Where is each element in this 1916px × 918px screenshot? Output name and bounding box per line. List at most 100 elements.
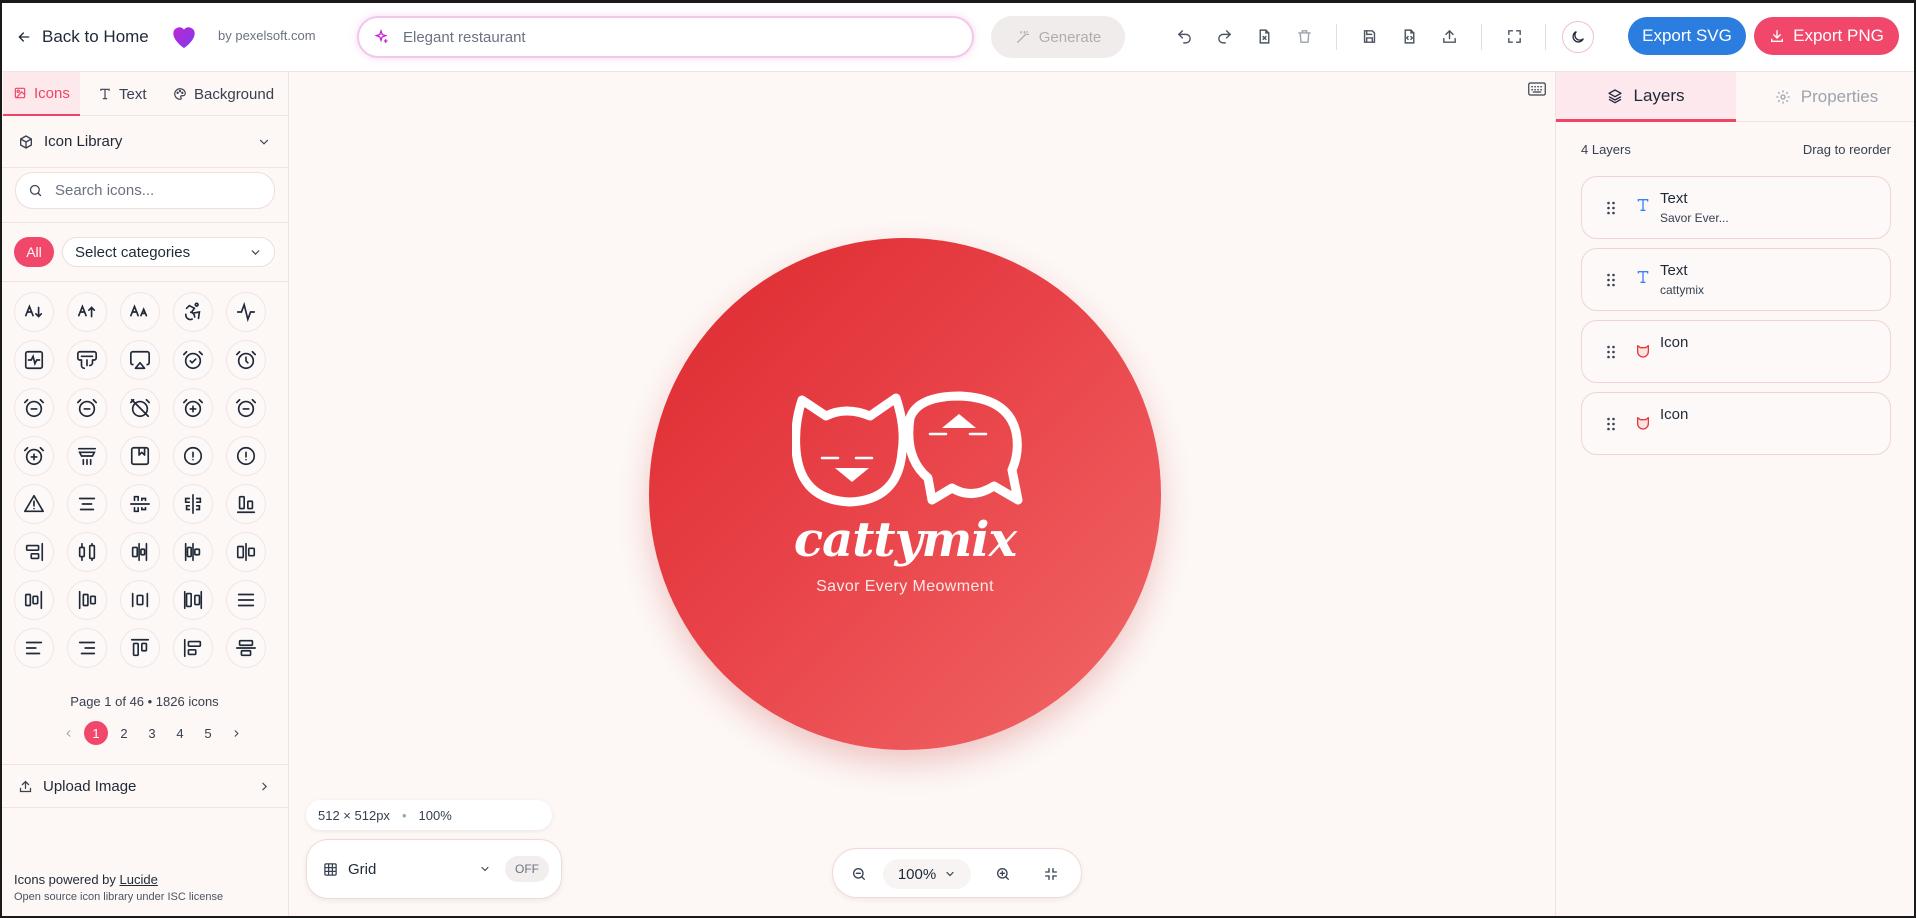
prompt-field[interactable] bbox=[357, 16, 974, 58]
tab-properties[interactable]: Properties bbox=[1736, 72, 1916, 122]
undo-button[interactable] bbox=[1173, 25, 1195, 47]
icon-tile[interactable] bbox=[67, 340, 107, 380]
icon-tile[interactable] bbox=[14, 484, 54, 524]
align-horizontal-distribute-end-icon bbox=[131, 542, 148, 562]
next-page-button[interactable] bbox=[224, 721, 248, 745]
tab-background[interactable]: Background bbox=[173, 72, 274, 116]
back-to-home-button[interactable]: Back to Home bbox=[16, 22, 149, 52]
page-button[interactable]: 2 bbox=[112, 721, 136, 745]
grip-vertical-icon[interactable] bbox=[1606, 417, 1616, 431]
export-svg-button[interactable]: Export SVG bbox=[1628, 17, 1746, 55]
icon-tile[interactable] bbox=[173, 484, 213, 524]
grip-vertical-icon[interactable] bbox=[1606, 201, 1616, 215]
tab-label: Icons bbox=[34, 84, 70, 102]
layer-item[interactable]: Icon bbox=[1581, 320, 1891, 383]
icon-tile[interactable] bbox=[67, 292, 107, 332]
alert-octagon-icon bbox=[236, 446, 256, 466]
icon-tile[interactable] bbox=[67, 388, 107, 428]
page-button[interactable]: 3 bbox=[140, 721, 164, 745]
tab-layers[interactable]: Layers bbox=[1556, 72, 1736, 122]
all-categories-button[interactable]: All bbox=[14, 237, 54, 267]
delete-button[interactable] bbox=[1293, 25, 1315, 47]
layer-item[interactable]: Text cattymix bbox=[1581, 248, 1891, 311]
icon-tile[interactable] bbox=[14, 340, 54, 380]
icon-tile[interactable] bbox=[120, 628, 160, 668]
icon-tile[interactable] bbox=[226, 436, 266, 476]
icon-tile[interactable] bbox=[14, 436, 54, 476]
icon-tile[interactable] bbox=[120, 484, 160, 524]
upload-image-toggle[interactable]: Upload Image bbox=[0, 764, 289, 808]
icon-tile[interactable] bbox=[67, 532, 107, 572]
grid-toggle[interactable]: Grid OFF bbox=[306, 839, 562, 899]
tab-icons[interactable]: Icons bbox=[3, 72, 80, 116]
icon-tile[interactable] bbox=[120, 340, 160, 380]
tab-text[interactable]: Text bbox=[98, 72, 147, 116]
zoom-select[interactable]: 100% bbox=[883, 859, 971, 889]
category-select[interactable]: Select categories bbox=[62, 237, 275, 267]
keyboard-icon[interactable] bbox=[1528, 82, 1546, 96]
icon-tile[interactable] bbox=[226, 388, 266, 428]
icon-tile[interactable] bbox=[173, 340, 213, 380]
icon-tile[interactable] bbox=[14, 388, 54, 428]
icon-tile[interactable] bbox=[14, 532, 54, 572]
fit-to-screen-button[interactable] bbox=[1041, 864, 1061, 884]
alarm-smoke-icon bbox=[77, 447, 97, 466]
zoom-out-button[interactable] bbox=[849, 864, 869, 884]
grid-state-badge[interactable]: OFF bbox=[505, 856, 549, 882]
icon-tile[interactable] bbox=[173, 628, 213, 668]
icon-tile[interactable] bbox=[67, 484, 107, 524]
icon-tile[interactable] bbox=[173, 388, 213, 428]
icon-tile[interactable] bbox=[120, 532, 160, 572]
layer-item[interactable]: Text Savor Ever... bbox=[1581, 176, 1891, 239]
redo-button[interactable] bbox=[1213, 25, 1235, 47]
page-button[interactable]: 5 bbox=[196, 721, 220, 745]
icon-tile[interactable] bbox=[67, 436, 107, 476]
grip-vertical-icon[interactable] bbox=[1606, 345, 1616, 359]
icon-tile[interactable] bbox=[120, 292, 160, 332]
lucide-link[interactable]: Lucide bbox=[120, 872, 158, 887]
icon-tile[interactable] bbox=[226, 628, 266, 668]
icon-tile[interactable] bbox=[173, 436, 213, 476]
fullscreen-button[interactable] bbox=[1503, 25, 1525, 47]
icon-tile[interactable] bbox=[226, 484, 266, 524]
export-png-button[interactable]: Export PNG bbox=[1754, 17, 1899, 55]
cat-faces-icon[interactable] bbox=[792, 388, 1024, 518]
generate-button[interactable]: Generate bbox=[991, 16, 1125, 58]
brand-name-text[interactable]: cattymix bbox=[649, 512, 1161, 568]
clear-file-button[interactable] bbox=[1253, 25, 1275, 47]
page-button[interactable]: 4 bbox=[168, 721, 192, 745]
layer-item[interactable]: Icon bbox=[1581, 392, 1891, 455]
prompt-input[interactable] bbox=[403, 28, 943, 46]
layers-icon bbox=[1608, 88, 1623, 103]
icon-tile[interactable] bbox=[67, 580, 107, 620]
search-input[interactable] bbox=[55, 182, 255, 199]
icon-tile[interactable] bbox=[173, 532, 213, 572]
icon-tile[interactable] bbox=[67, 628, 107, 668]
icon-tile[interactable] bbox=[173, 292, 213, 332]
icon-tile[interactable] bbox=[14, 292, 54, 332]
prev-page-button[interactable] bbox=[56, 721, 80, 745]
icon-tile[interactable] bbox=[173, 580, 213, 620]
icon-tile[interactable] bbox=[14, 580, 54, 620]
page-button[interactable]: 1 bbox=[84, 721, 108, 745]
upload-button[interactable] bbox=[1438, 25, 1460, 47]
icon-tile[interactable] bbox=[226, 580, 266, 620]
pagination: 1 2 3 4 5 bbox=[56, 721, 252, 745]
theme-toggle-button[interactable] bbox=[1562, 21, 1594, 53]
tagline-text[interactable]: Savor Every Meowment bbox=[649, 578, 1161, 596]
attribution: Icons powered by Lucide bbox=[14, 872, 158, 887]
icon-library-toggle[interactable]: Icon Library bbox=[0, 116, 289, 168]
zoom-in-button[interactable] bbox=[993, 864, 1013, 884]
save-button[interactable] bbox=[1358, 25, 1380, 47]
icon-tile[interactable] bbox=[226, 532, 266, 572]
icon-tile[interactable] bbox=[120, 388, 160, 428]
icon-tile[interactable] bbox=[14, 628, 54, 668]
design-canvas[interactable]: cattymix Savor Every Meowment 512 × 512p… bbox=[290, 72, 1520, 918]
icon-tile[interactable] bbox=[226, 340, 266, 380]
icon-tile[interactable] bbox=[226, 292, 266, 332]
open-file-button[interactable] bbox=[1398, 25, 1420, 47]
icon-tile[interactable] bbox=[120, 436, 160, 476]
icon-tile[interactable] bbox=[120, 580, 160, 620]
chevron-down-icon bbox=[251, 249, 260, 255]
grip-vertical-icon[interactable] bbox=[1606, 273, 1616, 287]
